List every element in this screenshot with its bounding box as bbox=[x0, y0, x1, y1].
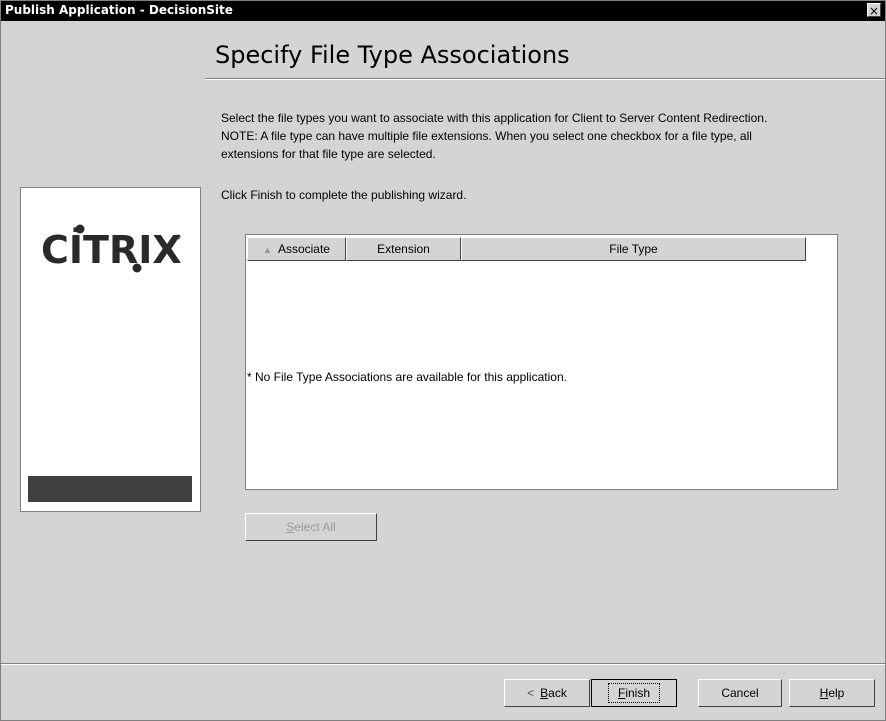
footer-divider bbox=[1, 663, 885, 665]
logo-dot-top bbox=[75, 224, 85, 234]
close-button[interactable]: × bbox=[867, 3, 881, 18]
help-label: elp bbox=[828, 686, 845, 700]
column-header-file-type[interactable]: File Type bbox=[461, 237, 806, 261]
back-label: ack bbox=[548, 686, 567, 700]
select-all-button[interactable]: Select All bbox=[245, 513, 377, 541]
select-all-label: elect All bbox=[294, 520, 336, 534]
finish-instruction: Click Finish to complete the publishing … bbox=[221, 188, 467, 202]
column-header-file-type-label: File Type bbox=[609, 242, 658, 256]
logo-footer-bar bbox=[28, 476, 192, 502]
description-line-2: NOTE: A file type can have multiple file… bbox=[221, 129, 752, 143]
close-icon: × bbox=[868, 4, 880, 18]
empty-list-message: * No File Type Associations are availabl… bbox=[247, 370, 567, 384]
description-line-1: Select the file types you want to associ… bbox=[221, 111, 768, 125]
file-type-list[interactable]: ▲ Associate Extension File Type * No File… bbox=[245, 234, 838, 490]
cancel-label: Cancel bbox=[721, 686, 759, 700]
window-title: Publish Application - DecisionSite bbox=[5, 3, 233, 17]
finish-label: inish bbox=[625, 686, 651, 700]
column-header-associate[interactable]: ▲ Associate bbox=[247, 237, 346, 261]
publish-application-window: Publish Application - DecisionSite × Spe… bbox=[0, 0, 886, 721]
back-arrow-icon: < bbox=[527, 686, 535, 700]
heading-divider bbox=[205, 78, 885, 80]
column-header-extension[interactable]: Extension bbox=[346, 237, 461, 261]
column-header-associate-label: Associate bbox=[277, 242, 330, 256]
description: Select the file types you want to associ… bbox=[221, 109, 871, 163]
citrix-logo-icon: CİTRIX bbox=[41, 224, 181, 273]
logo-dot-bottom bbox=[132, 263, 142, 273]
back-button[interactable]: < Back bbox=[504, 679, 590, 707]
title-bar: Publish Application - DecisionSite × bbox=[1, 1, 885, 21]
page-title: Specify File Type Associations bbox=[215, 41, 570, 69]
citrix-logo-text: CİTRIX bbox=[41, 228, 181, 272]
help-button[interactable]: Help bbox=[789, 679, 875, 707]
column-header-extension-label: Extension bbox=[377, 242, 430, 256]
finish-button[interactable]: Finish bbox=[591, 679, 677, 707]
finish-focus-rect: Finish bbox=[607, 683, 661, 703]
description-line-3: extensions for that file type are select… bbox=[221, 147, 436, 161]
back-mnemonic: B bbox=[540, 686, 549, 700]
cancel-button[interactable]: Cancel bbox=[698, 679, 782, 707]
logo-panel: CİTRIX bbox=[20, 187, 201, 512]
sort-ascending-icon: ▲ bbox=[263, 245, 272, 255]
